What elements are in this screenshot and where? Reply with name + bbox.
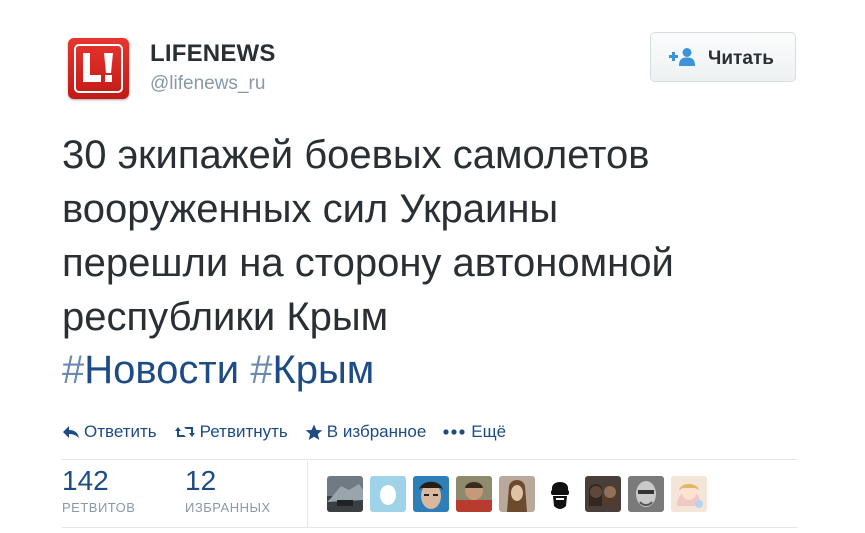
hash-symbol: # <box>250 348 273 392</box>
retweet-label: Ретвитнуть <box>199 422 288 441</box>
more-dots-icon <box>443 429 465 435</box>
add-user-icon <box>669 47 697 67</box>
tweet-text-line: республики Крым <box>62 295 389 339</box>
hashtag-text: Крым <box>272 348 375 392</box>
tweet-text: 30 экипажей боевых самолетов вооруженных… <box>62 128 822 344</box>
lifenews-logo-icon <box>83 53 113 82</box>
reply-icon <box>63 426 79 438</box>
tweet-card: LIFENEWS @lifenews_ru Читать 30 экипажей… <box>0 0 865 533</box>
avatar[interactable] <box>585 476 621 512</box>
divider <box>62 527 797 528</box>
tweet-actions: Ответить Ретвитнуть В избранное Ещё <box>62 420 523 444</box>
favorites-count: 12 <box>185 465 217 496</box>
follow-button[interactable]: Читать <box>650 32 796 82</box>
lifenews-logo[interactable] <box>68 38 129 99</box>
favorite-button[interactable]: В избранное <box>305 422 427 442</box>
retweets-label: РЕТВИТОВ <box>62 500 136 515</box>
avatar[interactable] <box>456 476 492 512</box>
author-handle[interactable]: @lifenews_ru <box>150 73 265 95</box>
stats-separator <box>307 461 308 527</box>
divider <box>62 459 797 460</box>
avatar[interactable] <box>327 476 363 512</box>
reply-label: Ответить <box>84 422 157 441</box>
follow-button-label: Читать <box>708 48 774 69</box>
hashtag-link[interactable]: #Крым <box>250 348 374 392</box>
engager-avatars <box>327 476 714 512</box>
hashtag-text: Новости <box>84 348 240 392</box>
tweet-text-line: перешли на сторону автономной <box>62 241 674 285</box>
more-label: Ещё <box>471 422 507 441</box>
avatar[interactable] <box>542 476 578 512</box>
retweet-button[interactable]: Ретвитнуть <box>174 422 288 442</box>
retweet-icon <box>174 427 195 437</box>
hashtags: #Новости #Крым <box>62 343 374 397</box>
avatar[interactable] <box>671 476 707 512</box>
tweet-text-line: 30 экипажей боевых самолетов <box>62 133 650 177</box>
retweets-stat[interactable]: 142 РЕТВИТОВ <box>62 465 135 515</box>
reply-button[interactable]: Ответить <box>62 422 157 442</box>
tweet-text-line: вооруженных сил Украины <box>62 187 559 231</box>
favorite-label: В избранное <box>326 422 427 441</box>
favorites-label: ИЗБРАННЫХ <box>185 500 271 515</box>
avatar[interactable] <box>628 476 664 512</box>
star-icon <box>305 424 323 440</box>
avatar[interactable] <box>499 476 535 512</box>
retweets-count: 142 <box>62 465 109 496</box>
avatar[interactable] <box>413 476 449 512</box>
favorites-stat[interactable]: 12 ИЗБРАННЫХ <box>185 465 271 515</box>
author-name[interactable]: LIFENEWS <box>150 40 276 68</box>
hashtag-link[interactable]: #Новости <box>62 348 239 392</box>
hash-symbol: # <box>62 348 85 392</box>
avatar[interactable] <box>370 476 406 512</box>
more-button[interactable]: Ещё <box>443 422 506 442</box>
